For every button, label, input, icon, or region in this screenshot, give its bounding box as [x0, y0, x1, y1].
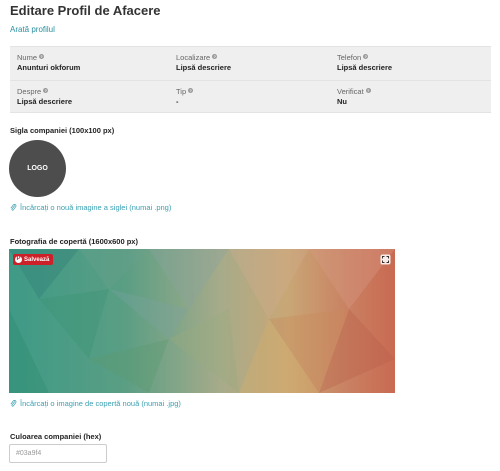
info-value: Lipsă descriere — [176, 63, 232, 72]
help-icon[interactable]: ? — [188, 88, 194, 93]
pinterest-save-button[interactable]: P Salvează — [13, 254, 54, 265]
info-cell-verified: Verificat? Nu — [337, 87, 371, 107]
info-cell-phone: Telefon? Lipsă descriere — [337, 53, 392, 73]
info-label: Localizare — [176, 53, 211, 62]
info-row: Nume? Anunturi okforum Localizare? Lipsă… — [10, 47, 491, 79]
logo-section-label: Sigla companiei (100x100 px) — [10, 126, 115, 135]
info-value: Lipsă descriere — [17, 97, 73, 106]
info-cell-location: Localizare? Lipsă descriere — [176, 53, 231, 73]
upload-cover-text: Încărcați o imagine de copertă nouă (num… — [20, 399, 181, 408]
logo-text: LOGO — [27, 165, 48, 172]
info-cell-name: Nume? Anunturi okforum — [17, 53, 80, 73]
pinterest-icon: P — [15, 256, 22, 263]
upload-cover-link[interactable]: Încărcați o imagine de copertă nouă (num… — [10, 399, 181, 408]
help-icon[interactable]: ? — [39, 54, 45, 59]
profile-info-table: Nume? Anunturi okforum Localizare? Lipsă… — [10, 46, 491, 113]
info-value: Nu — [337, 97, 347, 106]
cover-section-label: Fotografia de copertă (1600x600 px) — [10, 237, 138, 246]
page-title: Editare Profil de Afacere — [10, 3, 161, 18]
expand-icon[interactable] — [380, 254, 391, 265]
cover-image — [9, 249, 395, 393]
info-label: Telefon — [337, 53, 362, 62]
company-color-input[interactable]: #03a9f4 — [9, 444, 107, 463]
info-cell-type: Tip? - — [176, 87, 194, 107]
color-section-label: Culoarea companiei (hex) — [10, 432, 102, 441]
info-value: Anunturi okforum — [17, 63, 81, 72]
help-icon[interactable]: ? — [363, 54, 369, 59]
save-label: Salvează — [24, 256, 50, 263]
paperclip-icon — [10, 203, 17, 211]
show-profile-link[interactable]: Arată profilul — [10, 25, 55, 34]
upload-logo-text: Încărcați o nouă imagine a siglei (numai… — [20, 203, 172, 212]
info-label: Tip — [176, 87, 187, 96]
help-icon[interactable]: ? — [212, 54, 218, 59]
company-logo: LOGO — [9, 140, 66, 197]
paperclip-icon — [10, 399, 17, 407]
info-label: Despre — [17, 87, 42, 96]
help-icon[interactable]: ? — [43, 88, 49, 93]
help-icon[interactable]: ? — [365, 88, 371, 93]
info-value: - — [176, 97, 179, 106]
info-label: Nume — [17, 53, 38, 62]
upload-logo-link[interactable]: Încărcați o nouă imagine a siglei (numai… — [10, 203, 171, 212]
info-label: Verificat — [337, 87, 364, 96]
info-value: Lipsă descriere — [337, 63, 393, 72]
cover-photo: P Salvează — [9, 249, 395, 393]
info-cell-about: Despre? Lipsă descriere — [17, 87, 72, 107]
color-placeholder: #03a9f4 — [16, 450, 42, 457]
info-row: Despre? Lipsă descriere Tip? - Verificat… — [10, 80, 491, 113]
